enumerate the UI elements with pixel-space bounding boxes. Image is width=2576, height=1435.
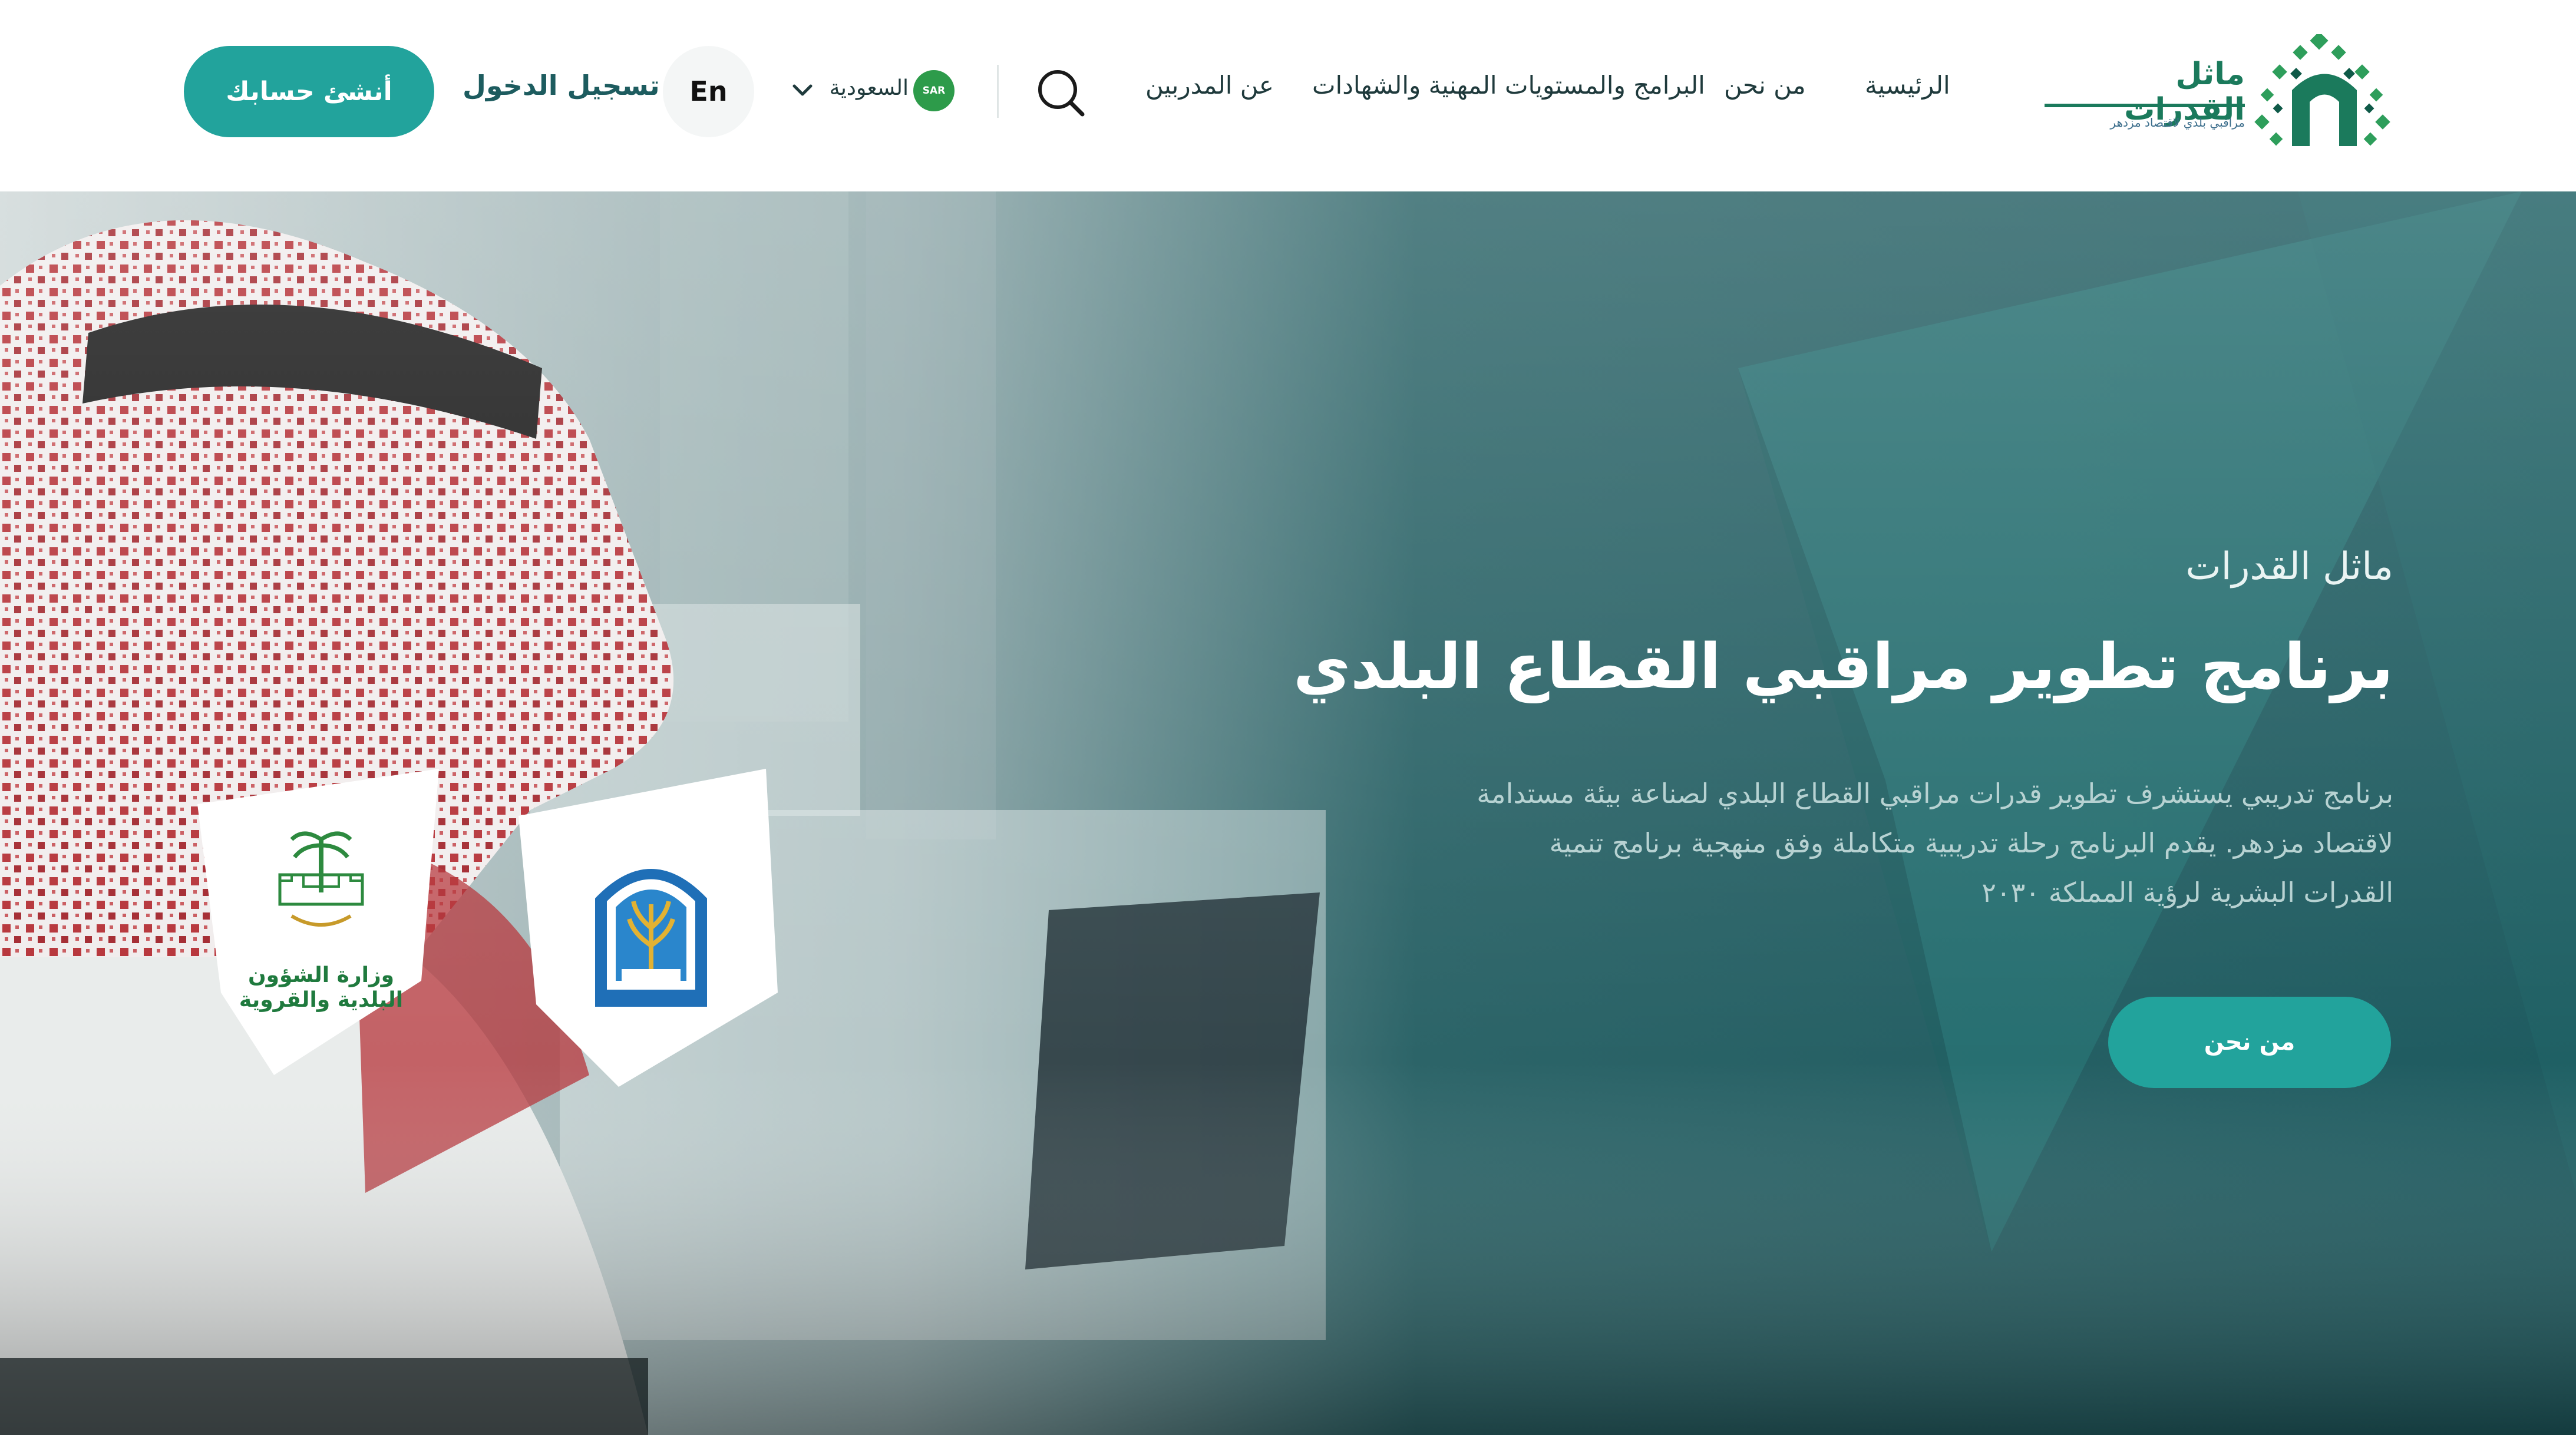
hero-banner: وزارة الشؤون البلدية والقروية ماثل القدر…: [0, 191, 2576, 1435]
university-logo-icon: [595, 869, 707, 1007]
ministry-logo-icon: [278, 831, 364, 927]
saudi-flag-icon: SAR: [913, 70, 955, 111]
brand-logo[interactable]: ماثل القدرات مراقبي بلدي لاقتصاد مزدهر: [2045, 28, 2398, 159]
nav-programs[interactable]: البرامج والمستويات المهنية والشهادات: [1312, 71, 1705, 100]
search-button[interactable]: [1034, 66, 1088, 120]
signup-button[interactable]: أنشئ حسابك: [184, 46, 434, 137]
hero-title: برنامج تطوير مراقبي القطاع البلدي: [1293, 630, 2393, 703]
chevron-down-icon: [792, 84, 813, 96]
site-header: ماثل القدرات مراقبي بلدي لاقتصاد مزدهر ا…: [0, 0, 2576, 191]
brand-underline: [2045, 104, 2245, 107]
country-selector[interactable]: SAR السعودية: [790, 68, 966, 115]
language-toggle-button[interactable]: En: [663, 46, 754, 137]
nav-home[interactable]: الرئيسية: [1865, 71, 1950, 100]
about-us-button[interactable]: من نحن: [2108, 997, 2391, 1088]
brand-mark-icon: [2254, 34, 2390, 146]
partner-ministry-badge: وزارة الشؤون البلدية والقروية: [197, 769, 445, 1075]
login-link[interactable]: تسجيل الدخول: [463, 70, 660, 101]
country-label: السعودية: [829, 76, 909, 100]
nav-divider: [997, 65, 999, 118]
partner-ministry-caption: وزارة الشؤون البلدية والقروية: [239, 963, 404, 1012]
nav-about[interactable]: من نحن: [1724, 71, 1806, 100]
hero-eyebrow: ماثل القدرات: [2185, 545, 2393, 588]
partner-university-badge: [518, 769, 778, 1087]
hero-description: برنامج تدريبي يستشرف تطوير قدرات مراقبي …: [1477, 778, 2393, 908]
search-icon: [1038, 70, 1085, 117]
brand-tagline: مراقبي بلدي لاقتصاد مزدهر: [2110, 115, 2245, 130]
nav-trainers[interactable]: عن المدربين: [1145, 71, 1274, 100]
